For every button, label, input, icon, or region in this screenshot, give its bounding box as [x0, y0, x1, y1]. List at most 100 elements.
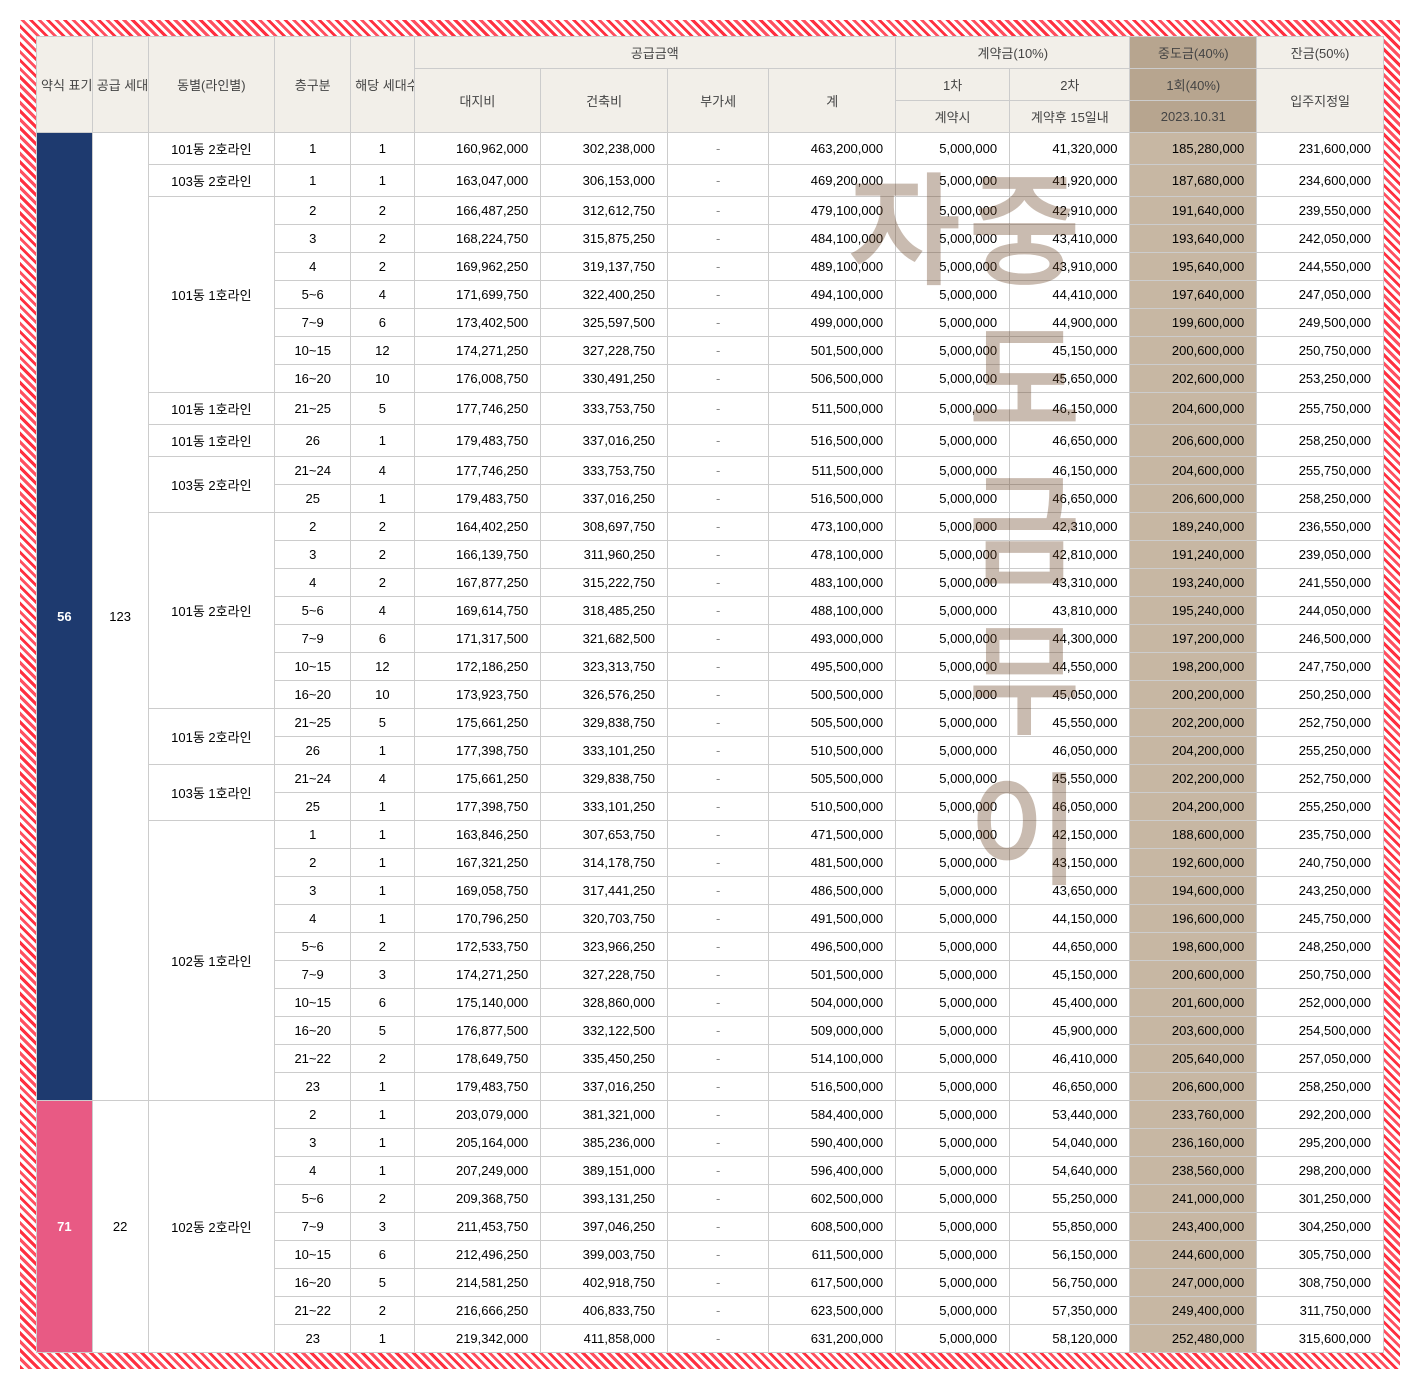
vat-cell: - — [667, 365, 768, 393]
c1-cell: 5,000,000 — [896, 569, 1010, 597]
total-cell: 483,100,000 — [769, 569, 896, 597]
land-cell: 177,398,750 — [414, 737, 541, 765]
floor-cell: 16~20 — [275, 1017, 351, 1045]
bal-cell: 231,600,000 — [1257, 133, 1384, 165]
c2-cell: 43,910,000 — [1010, 253, 1130, 281]
count-cell: 2 — [351, 253, 414, 281]
const-cell: 321,682,500 — [541, 625, 668, 653]
const-cell: 402,918,750 — [541, 1269, 668, 1297]
mid-cell: 189,240,000 — [1130, 513, 1257, 541]
th-c2-sub: 계약후 15일내 — [1010, 101, 1130, 133]
const-cell: 333,753,750 — [541, 393, 668, 425]
vat-cell: - — [667, 681, 768, 709]
land-cell: 174,271,250 — [414, 337, 541, 365]
total-cell: 509,000,000 — [769, 1017, 896, 1045]
bal-cell: 253,250,000 — [1257, 365, 1384, 393]
const-cell: 406,833,750 — [541, 1297, 668, 1325]
table-container: 약식 표기 공급 세대수 동별(라인별) 층구분 해당 세대수 공급금액 계약금… — [36, 36, 1384, 1353]
const-cell: 325,597,500 — [541, 309, 668, 337]
vat-cell: - — [667, 133, 768, 165]
total-cell: 602,500,000 — [769, 1185, 896, 1213]
mid-cell: 202,600,000 — [1130, 365, 1257, 393]
bal-cell: 305,750,000 — [1257, 1241, 1384, 1269]
land-cell: 170,796,250 — [414, 905, 541, 933]
th-const: 건축비 — [541, 69, 668, 133]
table-row: 101동 2호라인21~255175,661,250329,838,750-50… — [37, 709, 1384, 737]
type-cell: 56 — [37, 133, 93, 1101]
const-cell: 320,703,750 — [541, 905, 668, 933]
c1-cell: 5,000,000 — [896, 765, 1010, 793]
count-cell: 1 — [351, 165, 414, 197]
const-cell: 330,491,250 — [541, 365, 668, 393]
bal-cell: 249,500,000 — [1257, 309, 1384, 337]
floor-cell: 7~9 — [275, 1213, 351, 1241]
count-cell: 1 — [351, 1325, 414, 1353]
count-cell: 6 — [351, 625, 414, 653]
bal-cell: 252,000,000 — [1257, 989, 1384, 1017]
table-body: 56123101동 2호라인11160,962,000302,238,000-4… — [37, 133, 1384, 1353]
mid-cell: 203,600,000 — [1130, 1017, 1257, 1045]
floor-cell: 5~6 — [275, 933, 351, 961]
land-cell: 171,317,500 — [414, 625, 541, 653]
table-row: 56123101동 2호라인11160,962,000302,238,000-4… — [37, 133, 1384, 165]
const-cell: 319,137,750 — [541, 253, 668, 281]
vat-cell: - — [667, 877, 768, 905]
const-cell: 397,046,250 — [541, 1213, 668, 1241]
c1-cell: 5,000,000 — [896, 133, 1010, 165]
land-cell: 209,368,750 — [414, 1185, 541, 1213]
c2-cell: 44,550,000 — [1010, 653, 1130, 681]
total-cell: 495,500,000 — [769, 653, 896, 681]
land-cell: 207,249,000 — [414, 1157, 541, 1185]
th-floor: 층구분 — [275, 37, 351, 133]
vat-cell: - — [667, 905, 768, 933]
vat-cell: - — [667, 961, 768, 989]
land-cell: 160,962,000 — [414, 133, 541, 165]
land-cell: 169,614,750 — [414, 597, 541, 625]
land-cell: 205,164,000 — [414, 1129, 541, 1157]
mid-cell: 233,760,000 — [1130, 1101, 1257, 1129]
mid-cell: 247,000,000 — [1130, 1269, 1257, 1297]
count-cell: 6 — [351, 309, 414, 337]
th-mid: 중도금(40%) — [1130, 37, 1257, 69]
count-cell: 2 — [351, 1045, 414, 1073]
const-cell: 326,576,250 — [541, 681, 668, 709]
total-cell: 623,500,000 — [769, 1297, 896, 1325]
land-cell: 173,923,750 — [414, 681, 541, 709]
mid-cell: 204,600,000 — [1130, 457, 1257, 485]
const-cell: 312,612,750 — [541, 197, 668, 225]
table-row: 101동 1호라인22166,487,250312,612,750-479,10… — [37, 197, 1384, 225]
floor-cell: 3 — [275, 1129, 351, 1157]
total-cell: 596,400,000 — [769, 1157, 896, 1185]
land-cell: 179,483,750 — [414, 485, 541, 513]
land-cell: 174,271,250 — [414, 961, 541, 989]
vat-cell: - — [667, 849, 768, 877]
floor-cell: 23 — [275, 1325, 351, 1353]
const-cell: 337,016,250 — [541, 1073, 668, 1101]
land-cell: 164,402,250 — [414, 513, 541, 541]
c2-cell: 45,050,000 — [1010, 681, 1130, 709]
land-cell: 166,139,750 — [414, 541, 541, 569]
vat-cell: - — [667, 597, 768, 625]
c2-cell: 46,150,000 — [1010, 457, 1130, 485]
floor-cell: 2 — [275, 849, 351, 877]
vat-cell: - — [667, 253, 768, 281]
c2-cell: 45,150,000 — [1010, 961, 1130, 989]
land-cell: 172,533,750 — [414, 933, 541, 961]
land-cell: 176,008,750 — [414, 365, 541, 393]
building-cell: 101동 2호라인 — [148, 513, 275, 709]
bal-cell: 252,750,000 — [1257, 709, 1384, 737]
c1-cell: 5,000,000 — [896, 989, 1010, 1017]
mid-cell: 188,600,000 — [1130, 821, 1257, 849]
total-cell: 496,500,000 — [769, 933, 896, 961]
count-cell: 1 — [351, 737, 414, 765]
bal-cell: 315,600,000 — [1257, 1325, 1384, 1353]
floor-cell: 4 — [275, 905, 351, 933]
building-cell: 101동 2호라인 — [148, 133, 275, 165]
c2-cell: 44,410,000 — [1010, 281, 1130, 309]
total-cell: 516,500,000 — [769, 1073, 896, 1101]
count-cell: 6 — [351, 1241, 414, 1269]
vat-cell: - — [667, 1101, 768, 1129]
const-cell: 315,875,250 — [541, 225, 668, 253]
mid-cell: 198,600,000 — [1130, 933, 1257, 961]
c2-cell: 43,650,000 — [1010, 877, 1130, 905]
